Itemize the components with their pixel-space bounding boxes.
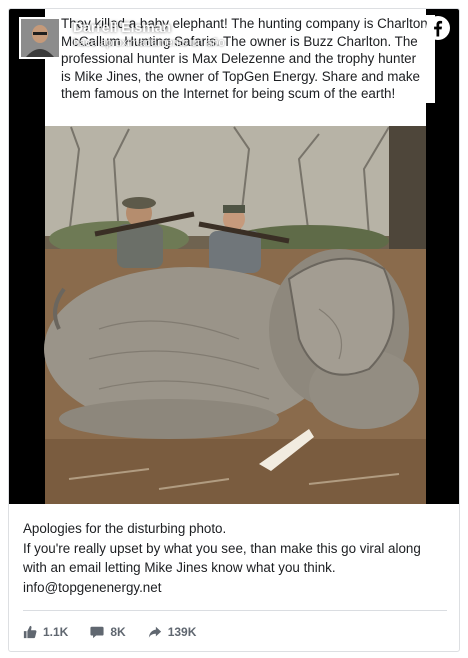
avatar-image [21,19,59,57]
likes-count: 1.1K [43,625,69,639]
post-timestamp[interactable]: hace aproximadamente un año [73,37,225,49]
comment-icon [90,626,104,639]
embedded-post-card: They killed a baby elephant! The hunting… [8,8,460,652]
divider [23,610,447,611]
share-icon [148,626,161,638]
avatar[interactable] [19,17,61,59]
post-caption: Apologies for the disturbing photo. If y… [23,519,451,597]
caption-line: with an email letting Mike Jines know wh… [23,560,336,576]
post-media[interactable]: They killed a baby elephant! The hunting… [9,9,459,504]
thumbs-up-icon [23,625,37,639]
caption-line: If you're really upset by what you see, … [23,540,421,556]
comments-stat[interactable]: 8K [90,625,126,639]
shares-stat[interactable]: 139K [148,625,197,639]
likes-stat[interactable]: 1.1K [23,625,68,639]
comments-count: 8K [110,625,126,639]
caption-line: Apologies for the disturbing photo. [23,521,227,536]
shares-count: 139K [167,625,197,639]
facebook-icon[interactable] [425,15,451,41]
engagement-stats: 1.1K 8K 139K [23,621,218,643]
author-name[interactable]: Darrell Eisman [73,19,171,35]
caption-email[interactable]: info@topgenenergy.net [23,578,451,598]
